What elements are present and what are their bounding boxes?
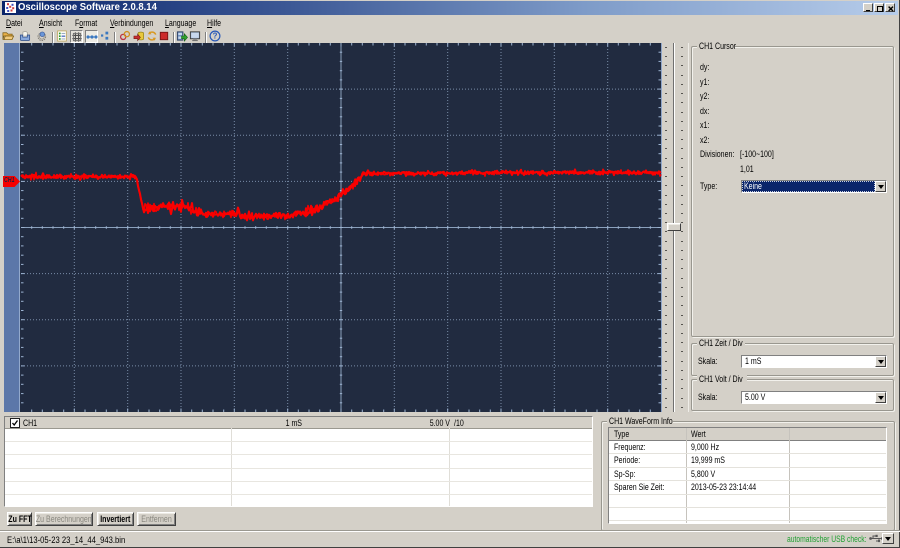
svg-text:?: ? (213, 32, 218, 41)
